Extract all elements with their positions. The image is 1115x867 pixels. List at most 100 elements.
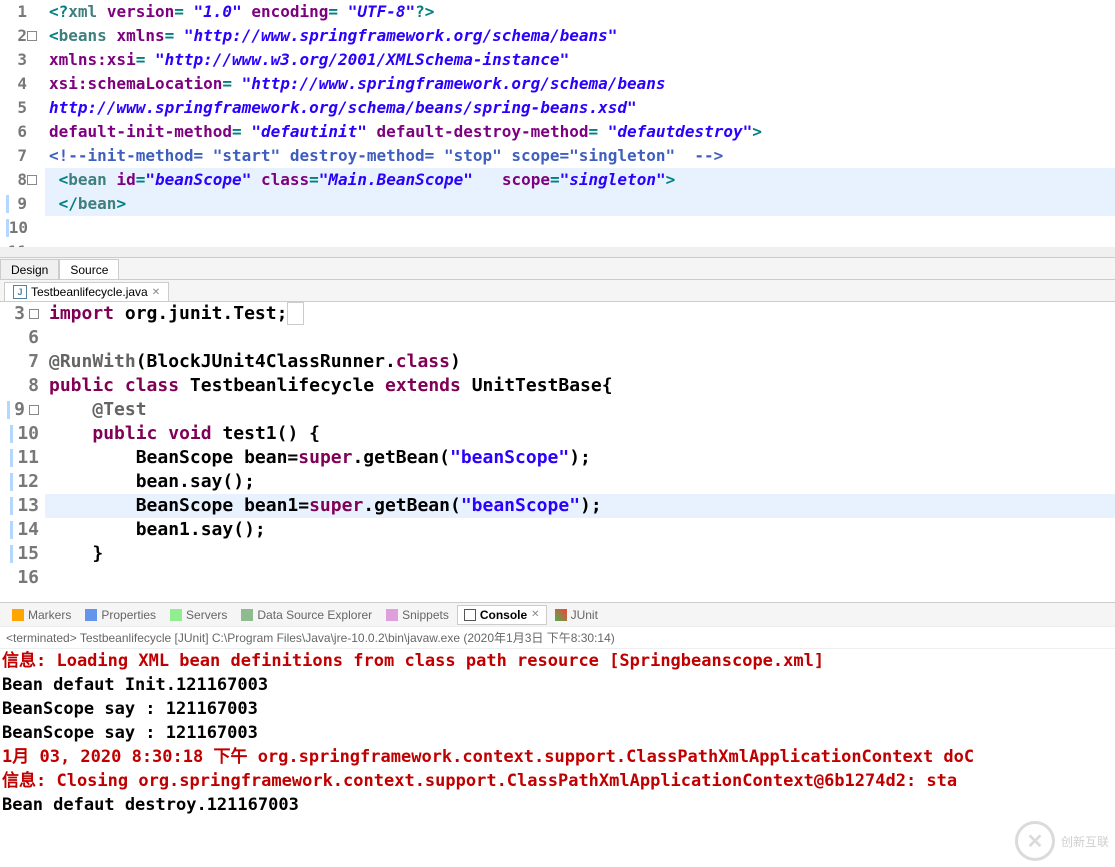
terminated-label: <terminated> Testbeanlifecycle [JUnit] C… xyxy=(0,627,1115,649)
code-line[interactable] xyxy=(45,326,1115,350)
view-console[interactable]: Console ✕ xyxy=(457,605,547,625)
line-number: 9 xyxy=(0,398,43,422)
code-line[interactable]: @Test xyxy=(45,398,1115,422)
code-line[interactable]: bean1.say(); xyxy=(45,518,1115,542)
code-line[interactable]: default-init-method= "defautinit" defaul… xyxy=(45,120,1115,144)
view-label: Markers xyxy=(28,608,71,622)
code-line[interactable]: xsi:schemaLocation= "http://www.springfr… xyxy=(45,72,1115,96)
view-properties[interactable]: Properties xyxy=(79,606,162,624)
code-line[interactable] xyxy=(45,566,1115,590)
line-number: 15 xyxy=(0,542,43,566)
java-gutter: 3678910111213141516 xyxy=(0,302,45,602)
java-editor-pane: 3678910111213141516 import org.junit.Tes… xyxy=(0,302,1115,602)
xml-editor-tabs: Design Source xyxy=(0,257,1115,279)
views-tabs: Markers Properties Servers Data Source E… xyxy=(0,603,1115,627)
console-line: 信息: Loading XML bean definitions from cl… xyxy=(2,649,1115,673)
fold-icon[interactable] xyxy=(27,175,37,185)
watermark-text: 创新互联 xyxy=(1061,833,1109,850)
bottom-panel: Markers Properties Servers Data Source E… xyxy=(0,602,1115,867)
code-line[interactable]: public class Testbeanlifecycle extends U… xyxy=(45,374,1115,398)
xml-code-area[interactable]: 1234567891011 <?xml version= "1.0" encod… xyxy=(0,0,1115,247)
console-line: 1月 03, 2020 8:30:18 下午 org.springframewo… xyxy=(2,745,1115,769)
line-number: 7 xyxy=(0,144,37,168)
code-line[interactable]: BeanScope bean=super.getBean("beanScope"… xyxy=(45,446,1115,470)
code-line[interactable]: import org.junit.Test; xyxy=(45,302,1115,326)
view-junit[interactable]: JUnit xyxy=(549,606,604,624)
java-file-icon: J xyxy=(13,285,27,299)
properties-icon xyxy=(85,609,97,621)
view-label: Snippets xyxy=(402,608,449,622)
view-dse[interactable]: Data Source Explorer xyxy=(235,606,378,624)
view-label: Servers xyxy=(186,608,227,622)
line-number: 6 xyxy=(0,120,37,144)
line-number: 9 xyxy=(0,192,37,216)
code-line[interactable]: bean.say(); xyxy=(45,470,1115,494)
code-line[interactable] xyxy=(45,216,1115,240)
line-number: 10 xyxy=(0,422,43,446)
code-line[interactable]: <bean id="beanScope" class="Main.BeanSco… xyxy=(45,168,1115,192)
line-number: 3 xyxy=(0,48,37,72)
line-number: 3 xyxy=(0,302,43,326)
code-line[interactable]: http://www.springframework.org/schema/be… xyxy=(45,96,1115,120)
tab-design[interactable]: Design xyxy=(0,259,59,279)
line-number: 5 xyxy=(0,96,37,120)
file-tab-testbeanlifecycle[interactable]: J Testbeanlifecycle.java ✕ xyxy=(4,282,169,301)
view-servers[interactable]: Servers xyxy=(164,606,233,624)
line-number: 13 xyxy=(0,494,43,518)
file-tabs-row: J Testbeanlifecycle.java ✕ xyxy=(0,280,1115,302)
watermark-logo-icon: ✕ xyxy=(1015,821,1055,861)
xml-gutter: 1234567891011 xyxy=(0,0,45,247)
fold-icon[interactable] xyxy=(29,309,39,319)
console-line: 信息: Closing org.springframework.context.… xyxy=(2,769,1115,793)
code-line[interactable]: public void test1() { xyxy=(45,422,1115,446)
fold-icon[interactable] xyxy=(27,31,37,41)
code-line[interactable]: <?xml version= "1.0" encoding= "UTF-8"?> xyxy=(45,0,1115,24)
code-line[interactable]: <beans xmlns= "http://www.springframewor… xyxy=(45,24,1115,48)
view-label: JUnit xyxy=(571,608,598,622)
code-line[interactable]: BeanScope bean1=super.getBean("beanScope… xyxy=(45,494,1115,518)
code-line[interactable]: } xyxy=(45,542,1115,566)
code-line[interactable]: </bean> xyxy=(45,192,1115,216)
view-label: Data Source Explorer xyxy=(257,608,372,622)
watermark: ✕ 创新互联 xyxy=(1015,821,1109,861)
view-label: Properties xyxy=(101,608,156,622)
tab-source[interactable]: Source xyxy=(59,259,119,279)
snippets-icon xyxy=(386,609,398,621)
view-markers[interactable]: Markers xyxy=(6,606,77,624)
line-number: 8 xyxy=(0,374,43,398)
line-number: 8 xyxy=(0,168,37,192)
line-number: 6 xyxy=(0,326,43,350)
console-output[interactable]: 信息: Loading XML bean definitions from cl… xyxy=(0,649,1115,867)
console-line: BeanScope say : 121167003 xyxy=(2,721,1115,745)
line-number: 1 xyxy=(0,0,37,24)
line-number: 14 xyxy=(0,518,43,542)
view-label: Console xyxy=(480,608,527,622)
xml-editor-pane: 1234567891011 <?xml version= "1.0" encod… xyxy=(0,0,1115,280)
line-number: 7 xyxy=(0,350,43,374)
code-line[interactable]: <!--init-method= "start" destroy-method=… xyxy=(45,144,1115,168)
console-line: Bean defaut destroy.121167003 xyxy=(2,793,1115,817)
console-icon xyxy=(464,609,476,621)
servers-icon xyxy=(170,609,182,621)
view-snippets[interactable]: Snippets xyxy=(380,606,455,624)
fold-icon[interactable] xyxy=(29,405,39,415)
close-icon[interactable]: ✕ xyxy=(531,609,539,620)
line-number: 12 xyxy=(0,470,43,494)
line-number: 11 xyxy=(0,240,37,247)
console-line: Bean defaut Init.121167003 xyxy=(2,673,1115,697)
code-line[interactable] xyxy=(45,240,1115,247)
dse-icon xyxy=(241,609,253,621)
line-number: 16 xyxy=(0,566,43,590)
close-icon[interactable]: ✕ xyxy=(152,287,160,298)
code-line[interactable]: xmlns:xsi= "http://www.w3.org/2001/XMLSc… xyxy=(45,48,1115,72)
code-line[interactable]: @RunWith(BlockJUnit4ClassRunner.class) xyxy=(45,350,1115,374)
line-number: 4 xyxy=(0,72,37,96)
line-number: 10 xyxy=(0,216,37,240)
line-number: 2 xyxy=(0,24,37,48)
xml-code[interactable]: <?xml version= "1.0" encoding= "UTF-8"?>… xyxy=(45,0,1115,247)
file-tab-label: Testbeanlifecycle.java xyxy=(31,285,148,299)
line-number: 11 xyxy=(0,446,43,470)
java-code[interactable]: import org.junit.Test; @RunWith(BlockJUn… xyxy=(45,302,1115,602)
console-line: BeanScope say : 121167003 xyxy=(2,697,1115,721)
markers-icon xyxy=(12,609,24,621)
